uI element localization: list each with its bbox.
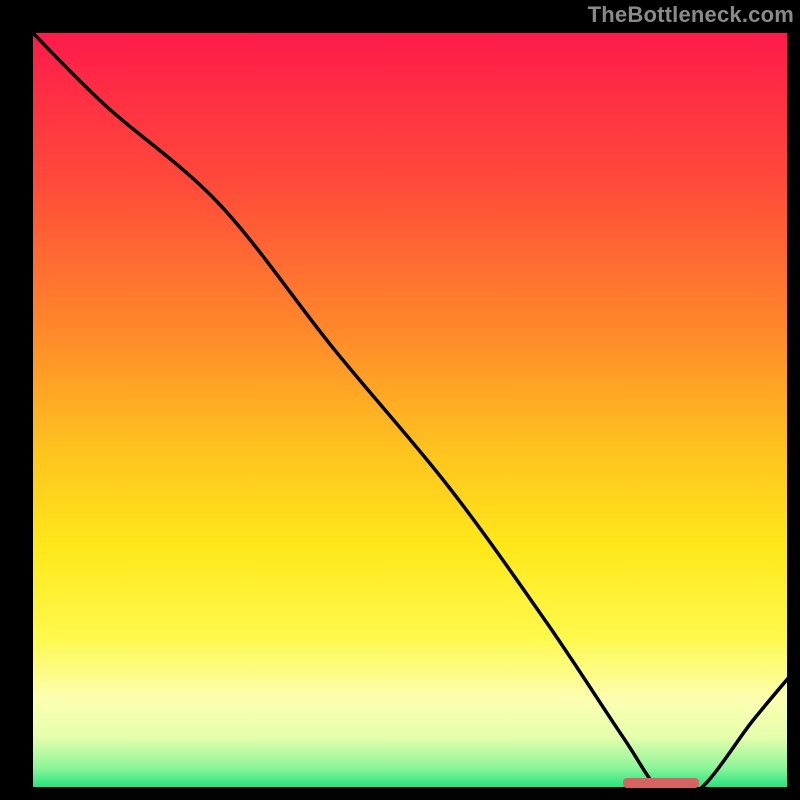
gradient-background [30, 30, 790, 790]
plot-svg [30, 30, 790, 790]
watermark-text: TheBottleneck.com [588, 2, 794, 28]
chart-container: TheBottleneck.com [0, 0, 800, 800]
optimal-range-marker [623, 778, 699, 788]
plot-area [30, 30, 790, 790]
